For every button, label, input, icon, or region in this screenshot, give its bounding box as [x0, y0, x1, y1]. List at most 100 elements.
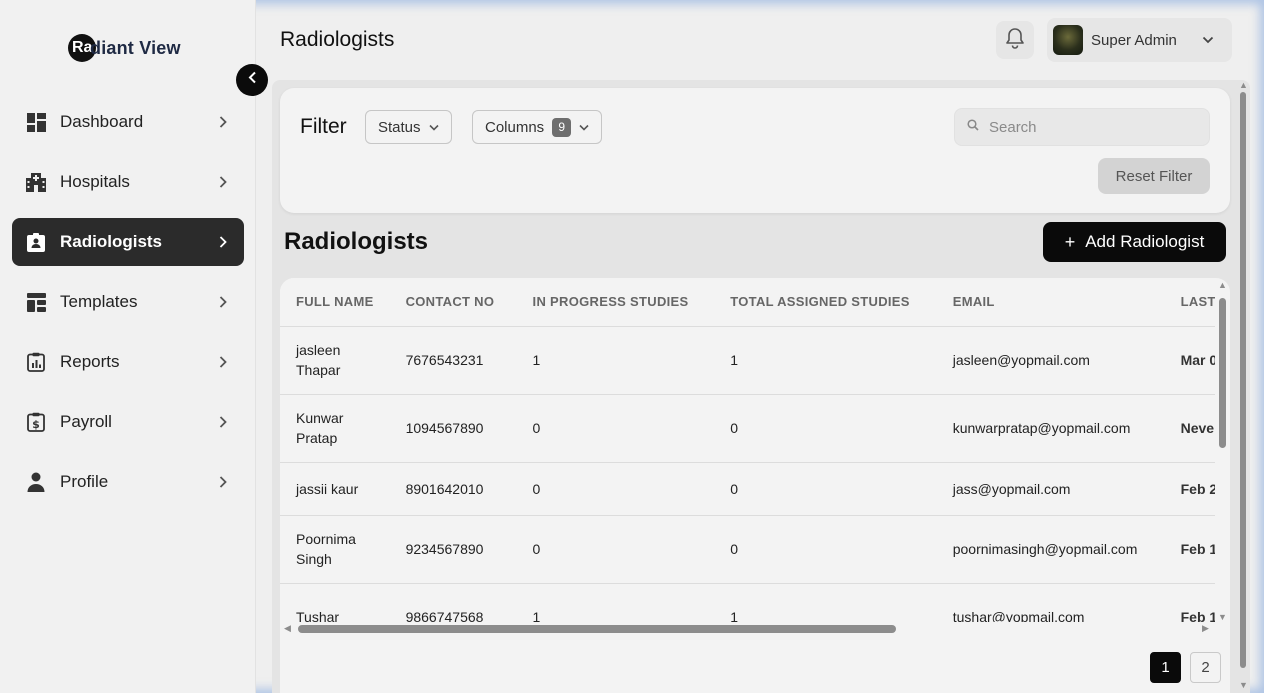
- chevron-right-icon: [216, 295, 230, 309]
- search-box[interactable]: [954, 108, 1210, 146]
- cell-email: tushar@yopmail.com: [936, 583, 1165, 622]
- column-header-total-assigned[interactable]: TOTAL ASSIGNED STUDIES: [714, 278, 937, 327]
- reset-filter-button[interactable]: Reset Filter: [1098, 158, 1210, 194]
- cell-contact: 1094567890: [389, 394, 517, 463]
- cell-full-name: Kunwar Pratap: [280, 394, 390, 463]
- cell-in-progress: 1: [516, 326, 715, 395]
- sidebar-item-templates[interactable]: Templates: [12, 278, 244, 326]
- svg-text:$: $: [32, 418, 40, 431]
- cell-contact: 7676543231: [389, 326, 517, 395]
- logo[interactable]: Ra diant View: [68, 33, 181, 63]
- sidebar-item-dashboard[interactable]: Dashboard: [12, 98, 244, 146]
- cell-contact: 9866747568: [389, 583, 517, 622]
- sidebar-item-payroll[interactable]: $ Payroll: [12, 398, 244, 446]
- cell-last-login: Feb 20, 06:: [1164, 462, 1215, 516]
- user-name: Super Admin: [1091, 31, 1177, 49]
- scroll-down-arrow-icon[interactable]: ▼: [1239, 680, 1248, 690]
- columns-dropdown-label: Columns: [485, 118, 545, 136]
- vertical-scroll-thumb[interactable]: [1219, 298, 1226, 448]
- page-scroll-thumb[interactable]: [1240, 92, 1246, 668]
- status-dropdown[interactable]: Status: [365, 110, 452, 144]
- plus-icon: +: [1064, 231, 1076, 252]
- bell-icon: [1005, 27, 1025, 54]
- search-input[interactable]: [989, 118, 1189, 136]
- hospital-icon: [26, 172, 46, 192]
- sidebar-item-hospitals[interactable]: Hospitals: [12, 158, 244, 206]
- filter-panel: Filter Status Columns 9 Reset Fi: [280, 88, 1230, 213]
- cell-full-name: Tushar: [280, 583, 390, 622]
- column-header-in-progress[interactable]: IN PROGRESS STUDIES: [516, 278, 715, 327]
- sidebar-item-label: Reports: [60, 352, 120, 371]
- pagination: 1 2: [1141, 652, 1221, 683]
- table-row[interactable]: jassii kaur 8901642010 0 0 jass@yopmail.…: [280, 462, 1215, 516]
- status-dropdown-label: Status: [378, 118, 421, 136]
- sidebar-item-label: Templates: [60, 292, 138, 311]
- scroll-left-arrow-icon[interactable]: ◀: [284, 623, 291, 634]
- logo-text: diant View: [90, 37, 181, 58]
- sidebar-nav: Dashboard Hospitals Radiologists Templat…: [12, 98, 244, 518]
- cell-total-assigned: 0: [714, 462, 937, 516]
- table-vertical-scrollbar[interactable]: ▲ ▼: [1217, 280, 1227, 622]
- columns-dropdown[interactable]: Columns 9: [472, 110, 603, 144]
- section-title: Radiologists: [284, 228, 429, 255]
- table-row[interactable]: jasleen Thapar 7676543231 1 1 jasleen@yo…: [280, 326, 1215, 395]
- chevron-right-icon: [216, 115, 230, 129]
- page-button-1[interactable]: 1: [1150, 652, 1181, 683]
- page-vertical-scrollbar[interactable]: ▲ ▼: [1238, 80, 1248, 693]
- cell-last-login: Feb 14, 01:3: [1164, 515, 1215, 584]
- chevron-right-icon: [216, 175, 230, 189]
- add-radiologist-button[interactable]: + Add Radiologist: [1043, 222, 1226, 262]
- notifications-button[interactable]: [996, 21, 1034, 59]
- cell-email: kunwarpratap@yopmail.com: [936, 394, 1165, 463]
- page-button-2[interactable]: 2: [1190, 652, 1221, 683]
- page-title: Radiologists: [280, 28, 395, 51]
- radiologists-table-card: FULL NAME CONTACT NO IN PROGRESS STUDIES…: [280, 278, 1230, 693]
- user-menu[interactable]: Super Admin: [1047, 18, 1232, 62]
- table-header-row: FULL NAME CONTACT NO IN PROGRESS STUDIES…: [280, 278, 1215, 327]
- cell-last-login: Mar 03, 04: [1164, 326, 1215, 395]
- chevron-down-icon: [1200, 36, 1216, 44]
- table-row[interactable]: Poornima Singh 9234567890 0 0 poornimasi…: [280, 515, 1215, 584]
- sidebar: Ra diant View Dashboard Hospitals Radiol…: [0, 0, 256, 693]
- scroll-down-arrow-icon[interactable]: ▼: [1218, 612, 1227, 622]
- column-header-full-name[interactable]: FULL NAME: [280, 278, 390, 327]
- table-row[interactable]: Kunwar Pratap 1094567890 0 0 kunwarprata…: [280, 394, 1215, 463]
- column-header-last-login[interactable]: LAST LOGIN: [1164, 278, 1215, 327]
- sidebar-item-label: Hospitals: [60, 172, 130, 191]
- cell-total-assigned: 1: [714, 326, 937, 395]
- chevron-left-icon: [248, 71, 257, 89]
- dashboard-icon: [26, 112, 46, 132]
- cell-total-assigned: 1: [714, 583, 937, 622]
- payroll-icon: $: [26, 412, 46, 432]
- horizontal-scroll-thumb[interactable]: [298, 625, 896, 633]
- main-content: Filter Status Columns 9 Reset Fi: [272, 80, 1250, 693]
- cell-email: jasleen@yopmail.com: [936, 326, 1165, 395]
- radiologists-table: FULL NAME CONTACT NO IN PROGRESS STUDIES…: [280, 278, 1215, 622]
- cell-contact: 9234567890: [389, 515, 517, 584]
- table-scroll-area[interactable]: FULL NAME CONTACT NO IN PROGRESS STUDIES…: [280, 278, 1215, 622]
- cell-full-name: jasleen Thapar: [280, 326, 390, 395]
- sidebar-item-reports[interactable]: Reports: [12, 338, 244, 386]
- collapse-sidebar-button[interactable]: [236, 64, 268, 96]
- column-header-email[interactable]: EMAIL: [936, 278, 1165, 327]
- sidebar-item-radiologists[interactable]: Radiologists: [12, 218, 244, 266]
- table-horizontal-scrollbar[interactable]: ◀ ▶: [284, 622, 1214, 636]
- reports-icon: [26, 352, 46, 372]
- chevron-down-icon: [428, 124, 439, 131]
- sidebar-item-profile[interactable]: Profile: [12, 458, 244, 506]
- scroll-right-arrow-icon[interactable]: ▶: [1202, 623, 1209, 634]
- cell-contact: 8901642010: [389, 462, 517, 516]
- sidebar-item-label: Payroll: [60, 412, 112, 431]
- cell-in-progress: 1: [516, 583, 715, 622]
- cell-in-progress: 0: [516, 515, 715, 584]
- column-header-contact-no[interactable]: CONTACT NO: [389, 278, 517, 327]
- cell-total-assigned: 0: [714, 394, 937, 463]
- cell-last-login: Never: [1164, 394, 1215, 463]
- cell-email: poornimasingh@yopmail.com: [936, 515, 1165, 584]
- scroll-up-arrow-icon[interactable]: ▲: [1218, 280, 1227, 290]
- columns-count-badge: 9: [552, 117, 572, 137]
- table-row[interactable]: Tushar 9866747568 1 1 tushar@yopmail.com…: [280, 583, 1215, 622]
- cell-in-progress: 0: [516, 462, 715, 516]
- chevron-right-icon: [216, 235, 230, 249]
- scroll-up-arrow-icon[interactable]: ▲: [1239, 80, 1248, 90]
